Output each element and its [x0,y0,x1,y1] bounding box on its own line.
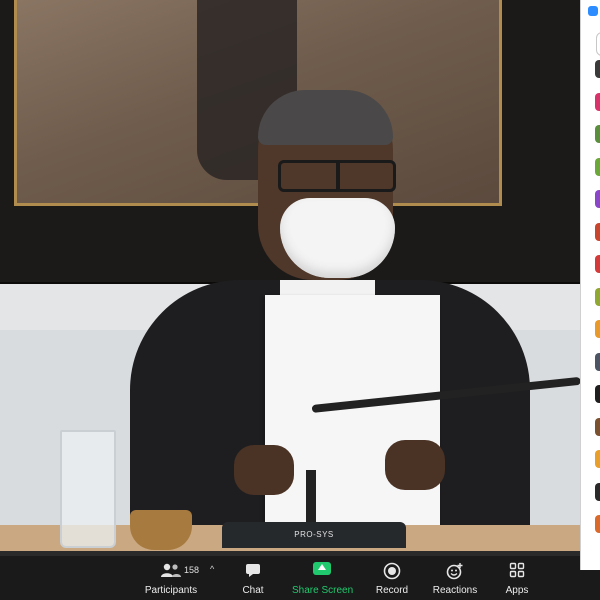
participant-avatar[interactable] [595,190,600,208]
chat-icon [246,564,260,577]
microphone-base: PRO-SYS [222,522,406,548]
bowl [130,510,192,550]
panel-header [581,0,600,22]
participant-avatar[interactable] [595,450,600,468]
participant-avatar[interactable] [595,352,600,371]
reactions-label: Reactions [432,585,478,596]
meeting-toolbar: Participants 158 ^ Chat Share Screen Rec… [0,556,580,600]
right-hand [385,440,445,490]
reactions-icon [446,563,463,580]
participant-avatar[interactable] [595,157,600,176]
microphone-brand-label: PRO-SYS [294,530,334,539]
participant-avatar[interactable] [595,385,600,403]
participant-avatar[interactable] [595,482,600,501]
participant-avatar[interactable] [595,417,600,436]
apps-label: Apps [505,585,529,596]
microphone-stem [306,470,316,525]
apps-icon [509,562,525,578]
chevron-up-icon[interactable]: ^ [210,564,214,574]
participant-avatar[interactable] [595,287,600,306]
participant-avatar[interactable] [595,255,600,273]
record-label: Record [375,585,409,596]
participants-label: Participants [144,585,198,596]
chat-label: Chat [242,585,264,596]
left-hand [234,445,294,495]
speaker-glasses [278,160,396,192]
papers [265,295,440,530]
participant-avatar[interactable] [595,125,600,143]
speaker-hair [258,90,393,145]
participant-avatar[interactable] [595,515,600,533]
reactions-button[interactable]: Reactions [430,560,480,598]
participants-icon [161,563,181,577]
participant-search-input[interactable] [596,32,600,56]
participant-avatar[interactable] [595,60,600,78]
water-glass [60,430,116,548]
chat-button[interactable]: Chat [232,560,274,598]
participant-avatar[interactable] [595,222,600,241]
participant-avatar[interactable] [595,92,600,111]
record-icon [383,562,401,580]
apps-button[interactable]: Apps [498,560,536,598]
speaker-face-mask [280,198,395,278]
panel-menu-icon[interactable] [588,6,598,16]
record-button[interactable]: Record [370,560,414,598]
participant-count: 158 [184,565,200,575]
participants-panel [580,0,600,570]
speaker-video: PRO-SYS [0,0,580,556]
share-screen-icon [313,562,331,575]
speaker [130,90,530,550]
share-screen-label: Share Screen [292,585,354,596]
participant-avatar[interactable] [595,320,600,338]
